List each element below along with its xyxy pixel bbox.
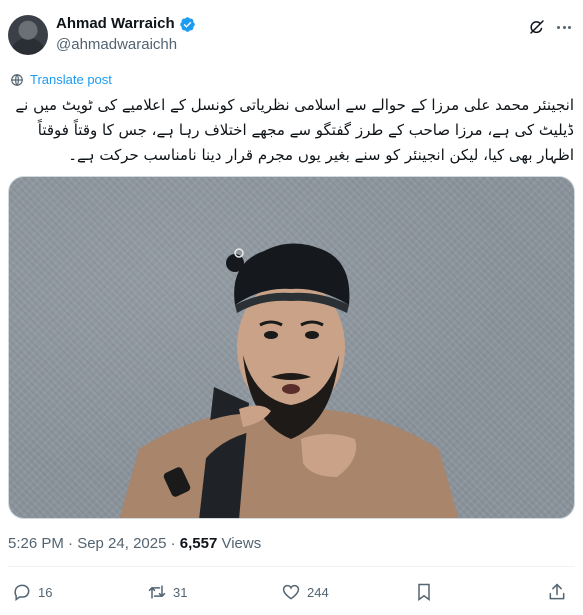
more-dot [568, 25, 571, 29]
more-dot [562, 25, 566, 29]
like-button[interactable]: 244 [281, 582, 329, 602]
bookmark-button[interactable] [414, 582, 434, 602]
globe-icon [11, 73, 23, 86]
author-handle[interactable]: @ahmadwaraichh [56, 36, 177, 54]
verified-badge-icon [179, 16, 195, 32]
bookmark-icon [418, 583, 430, 601]
share-button[interactable] [547, 582, 567, 602]
speaker-photo [119, 243, 459, 518]
divider [8, 566, 575, 567]
author-name[interactable]: Ahmad Warraich [56, 15, 175, 33]
post-meta: 5:26 PM · Sep 24, 2025 · 6,557 Views [8, 535, 261, 553]
repost-button[interactable]: 31 [147, 582, 187, 602]
share-icon [549, 583, 565, 600]
like-count: 244 [307, 584, 329, 600]
post-image[interactable] [8, 176, 575, 519]
more-icon[interactable] [553, 17, 575, 37]
post-timestamp[interactable]: 5:26 PM · Sep 24, 2025 · [8, 535, 180, 552]
translate-post-label: Translate post [30, 72, 112, 87]
action-bar: 16 31 244 [0, 578, 583, 608]
repost-count: 31 [173, 584, 188, 600]
author-name-row: Ahmad Warraich [56, 15, 196, 33]
views-count: 6,557 [179, 535, 218, 552]
more-dot [557, 25, 560, 29]
repost-icon [148, 585, 166, 599]
reply-icon [14, 584, 30, 601]
translate-post-link[interactable]: Translate post [10, 72, 112, 87]
author-avatar[interactable] [8, 15, 48, 55]
views-label: Views [217, 535, 262, 552]
reply-button[interactable]: 16 [12, 582, 52, 602]
heart-icon [282, 584, 300, 600]
post-text: انجینئر محمد علی مرزا کے حوالے سے اسلامی… [15, 96, 574, 164]
grok-icon[interactable] [528, 18, 546, 36]
reply-count: 16 [38, 584, 53, 600]
